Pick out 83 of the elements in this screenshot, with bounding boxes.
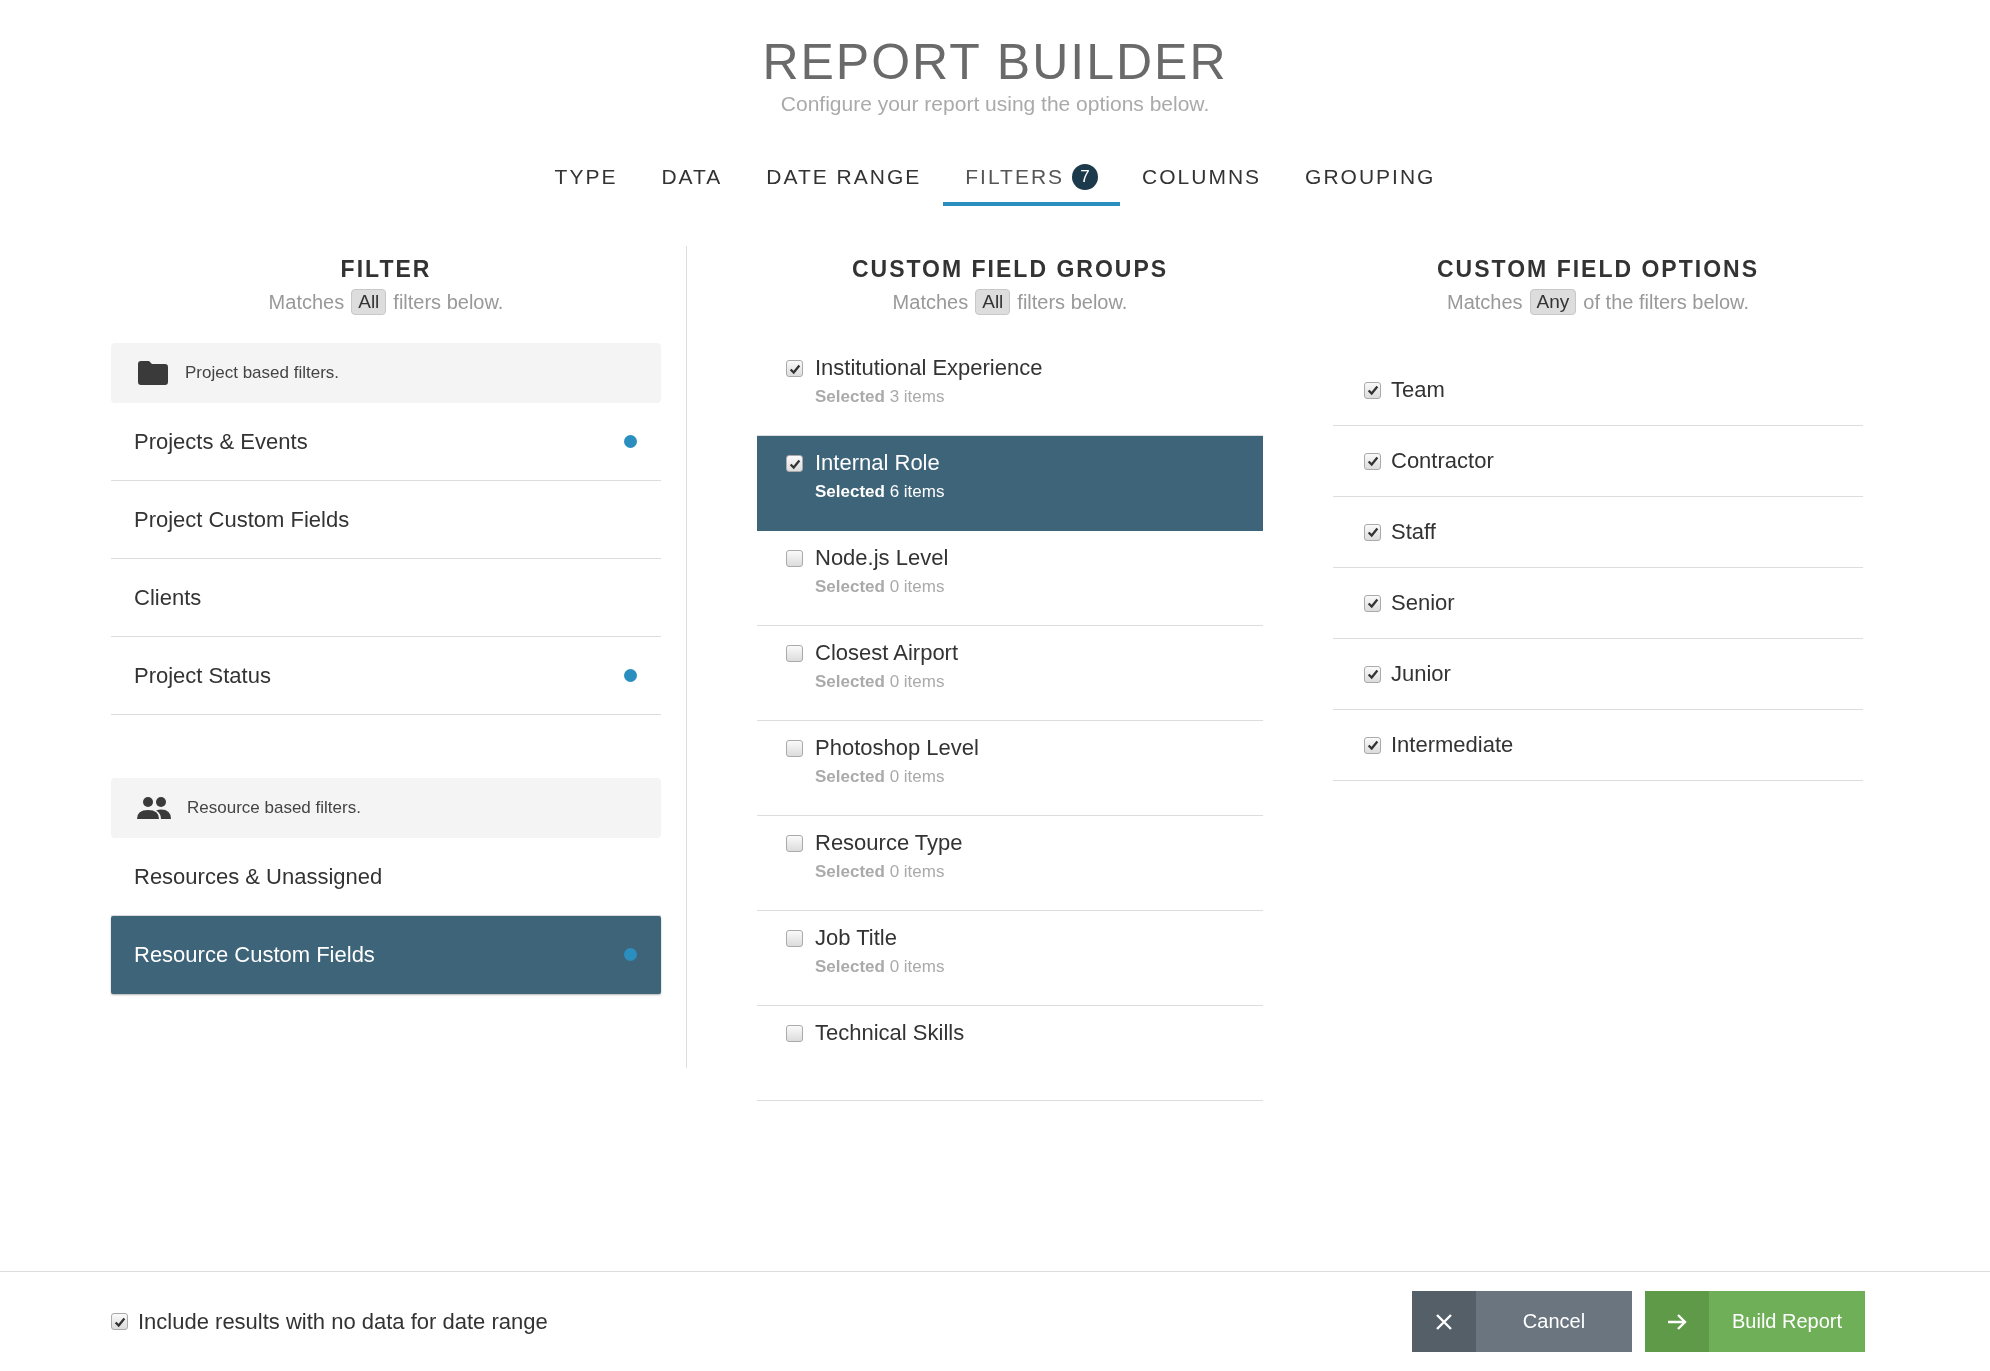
checkbox[interactable] xyxy=(786,550,803,567)
selected-count: Selected 0 items xyxy=(815,957,945,977)
selected-count: Selected 0 items xyxy=(815,767,946,787)
field-group-label: Resource Type xyxy=(815,830,963,856)
filter-item[interactable]: Project Custom Fields xyxy=(111,481,661,559)
filter-label: Project Custom Fields xyxy=(134,506,350,533)
matches-suffix: of the filters below. xyxy=(1583,290,1749,314)
field-group-label: Institutional Experience xyxy=(815,355,1043,381)
selected-count: Selected 0 items xyxy=(815,672,946,692)
field-group-label: Photoshop Level xyxy=(815,735,979,761)
match-mode-toggle[interactable]: All xyxy=(975,289,1011,315)
section-label: Resource based filters. xyxy=(187,798,361,818)
checkbox[interactable] xyxy=(1364,594,1381,612)
matches-label: Matches xyxy=(268,290,345,314)
selected-count: Selected 0 items xyxy=(815,862,946,882)
match-mode-toggle[interactable]: Any xyxy=(1529,289,1577,315)
filter-label: Clients xyxy=(134,584,202,611)
checkbox[interactable] xyxy=(1364,523,1381,541)
checkbox[interactable] xyxy=(786,930,803,947)
tab[interactable]: TYPE xyxy=(532,154,640,206)
count-badge: 7 xyxy=(1072,164,1099,190)
matches-label: Matches xyxy=(892,290,969,314)
checkbox[interactable] xyxy=(1364,381,1381,399)
section-label: Project based filters. xyxy=(185,363,339,383)
cancel-button[interactable]: Cancel xyxy=(1412,1291,1632,1352)
column-heading: FILTER xyxy=(339,256,433,283)
filter-label: Resources & Unassigned xyxy=(134,863,383,890)
field-group-label: Technical Skills xyxy=(815,1020,965,1046)
selected-count: Selected 0 items xyxy=(815,577,946,597)
tab[interactable]: DATA xyxy=(639,154,745,206)
checkbox[interactable] xyxy=(111,1313,128,1330)
filter-item[interactable]: Resource Custom Fields xyxy=(111,916,661,994)
arrow-right-icon xyxy=(1666,1311,1688,1332)
tab[interactable]: COLUMNS xyxy=(1120,154,1284,206)
field-group-item[interactable]: Closest Airport Selected 0 items xyxy=(757,626,1263,721)
option-label: Intermediate xyxy=(1391,732,1514,758)
field-group-item[interactable]: Node.js Level Selected 0 items xyxy=(757,531,1263,626)
checkbox[interactable] xyxy=(1364,452,1381,470)
field-group-label: Internal Role xyxy=(815,450,941,476)
option-label: Staff xyxy=(1391,519,1436,545)
option-label: Senior xyxy=(1391,590,1455,616)
filter-item[interactable]: Project Status xyxy=(111,637,661,715)
field-group-item[interactable]: Job Title Selected 0 items xyxy=(757,911,1263,1006)
filter-item[interactable]: Clients xyxy=(111,559,661,637)
field-group-item[interactable]: Photoshop Level Selected 0 items xyxy=(757,721,1263,816)
people-icon xyxy=(137,796,171,820)
option-label: Junior xyxy=(1391,661,1451,687)
tab[interactable]: DATE RANGE xyxy=(744,154,944,206)
matches-label: Matches xyxy=(1447,290,1523,314)
tab[interactable]: GROUPING xyxy=(1283,154,1458,206)
close-icon xyxy=(1434,1311,1454,1332)
checkbox[interactable] xyxy=(1364,665,1381,683)
field-group-label: Job Title xyxy=(815,925,898,951)
option-label: Team xyxy=(1391,377,1445,403)
filter-label: Resource Custom Fields xyxy=(134,941,375,968)
folder-icon xyxy=(137,360,169,386)
match-mode-toggle[interactable]: All xyxy=(351,289,387,315)
field-group-label: Node.js Level xyxy=(815,545,949,571)
matches-suffix: filters below. xyxy=(1017,290,1128,314)
option-label: Contractor xyxy=(1391,448,1494,474)
tab[interactable]: FILTERS 7 xyxy=(943,154,1121,206)
checkbox[interactable] xyxy=(1364,736,1381,754)
checkbox[interactable] xyxy=(786,835,803,852)
field-group-item[interactable]: Technical Skills xyxy=(757,1006,1263,1101)
checkbox-label: Include results with no data for date range xyxy=(138,1308,548,1335)
filter-label: Project Status xyxy=(134,662,271,689)
field-group-item[interactable]: Resource Type Selected 0 items xyxy=(757,816,1263,911)
column-heading: CUSTOM FIELD GROUPS xyxy=(850,256,1170,283)
selected-count: Selected 6 items xyxy=(815,482,945,502)
checkbox[interactable] xyxy=(786,1025,803,1042)
matches-suffix: filters below. xyxy=(393,290,504,314)
page-title: REPORT BUILDER xyxy=(761,34,1229,90)
selected-count: Selected 3 items xyxy=(815,387,946,407)
column-heading: CUSTOM FIELD OPTIONS xyxy=(1436,256,1760,283)
field-group-label: Closest Airport xyxy=(815,640,959,666)
filter-item[interactable]: Projects & Events xyxy=(111,403,661,481)
checkbox[interactable] xyxy=(786,455,803,472)
checkbox[interactable] xyxy=(786,645,803,662)
field-group-item[interactable]: Internal Role Selected 6 items xyxy=(757,436,1263,531)
checkbox[interactable] xyxy=(786,360,803,377)
page-subtitle: Configure your report using the options below. xyxy=(779,92,1211,116)
checkbox[interactable] xyxy=(786,740,803,757)
filter-label: Projects & Events xyxy=(134,428,308,455)
